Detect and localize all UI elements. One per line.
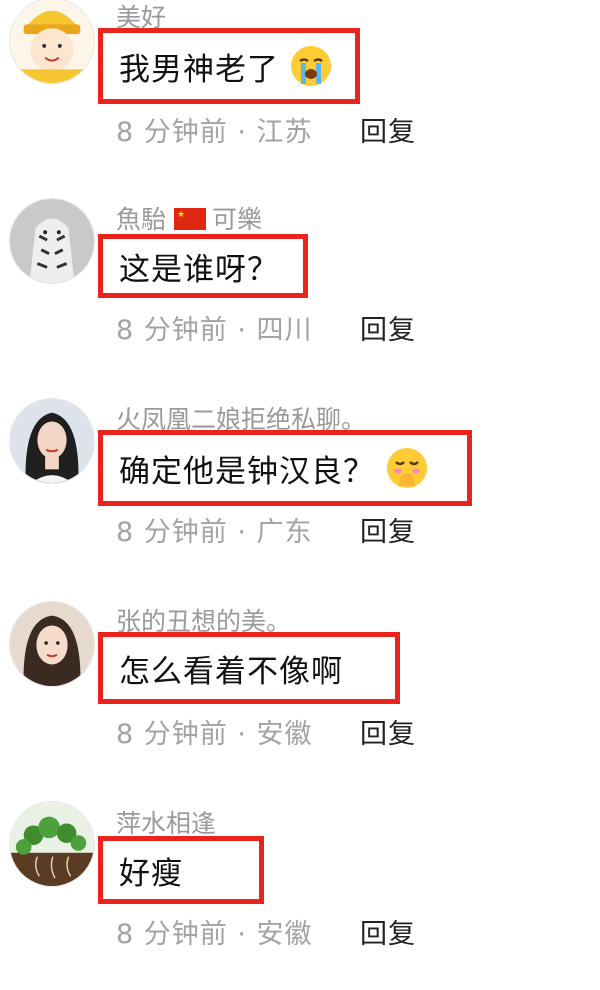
- comment-text: 好瘦: [119, 855, 183, 892]
- comment-meta: 8 分钟前 · 广东: [116, 517, 313, 548]
- loudly-crying-face-icon: [291, 46, 331, 86]
- user-avatar[interactable]: [9, 801, 95, 887]
- china-flag-icon: ★: [174, 208, 207, 230]
- comment-item: 张的丑想的美。 怎么看着不像啊 8 分钟前 · 安徽 回复: [0, 600, 600, 790]
- comment-text-box: 确定他是钟汉良？: [98, 430, 472, 506]
- comment-meta: 8 分钟前 · 江苏: [116, 117, 313, 148]
- comment-text-box: 这是谁呀？: [98, 234, 308, 298]
- comment-meta: 8 分钟前 · 安徽: [116, 719, 313, 750]
- comment-text-box: 好瘦: [98, 836, 264, 904]
- comment-item: 火凤凰二娘拒绝私聊。 确定他是钟汉良？ 8 分钟前 · 广东 回复: [0, 398, 600, 588]
- comment-text: 怎么看着不像啊: [119, 653, 343, 690]
- comment-item: 魚駘 ★ 可樂 这是谁呀？ 8 分钟前 · 四川 回复: [0, 198, 600, 388]
- username[interactable]: 萍水相逢: [116, 804, 216, 840]
- user-avatar[interactable]: [9, 398, 95, 484]
- comment-text: 我男神老了: [119, 51, 279, 88]
- comment-text: 确定他是钟汉良？: [119, 453, 375, 490]
- comment-meta: 8 分钟前 · 四川: [116, 315, 313, 346]
- comment-text-box: 我男神老了: [98, 28, 360, 104]
- reply-button[interactable]: 回复: [360, 308, 416, 347]
- face-with-hand-over-mouth-icon: [387, 448, 427, 488]
- reply-button[interactable]: 回复: [360, 712, 416, 751]
- user-avatar[interactable]: [9, 198, 95, 284]
- comment-text-box: 怎么看着不像啊: [98, 632, 400, 704]
- user-avatar[interactable]: [9, 601, 95, 687]
- reply-button[interactable]: 回复: [360, 110, 416, 149]
- comment-text: 这是谁呀？: [119, 251, 279, 288]
- reply-button[interactable]: 回复: [360, 510, 416, 549]
- comment-meta: 8 分钟前 · 安徽: [116, 919, 313, 950]
- reply-button[interactable]: 回复: [360, 912, 416, 951]
- comment-item: 美好 我男神老了 8 分钟前 · 江苏 回复: [0, 0, 600, 190]
- username[interactable]: 魚駘 ★ 可樂: [116, 200, 262, 236]
- user-avatar[interactable]: [9, 0, 95, 84]
- comment-item: 萍水相逢 好瘦 8 分钟前 · 安徽 回复: [0, 800, 600, 990]
